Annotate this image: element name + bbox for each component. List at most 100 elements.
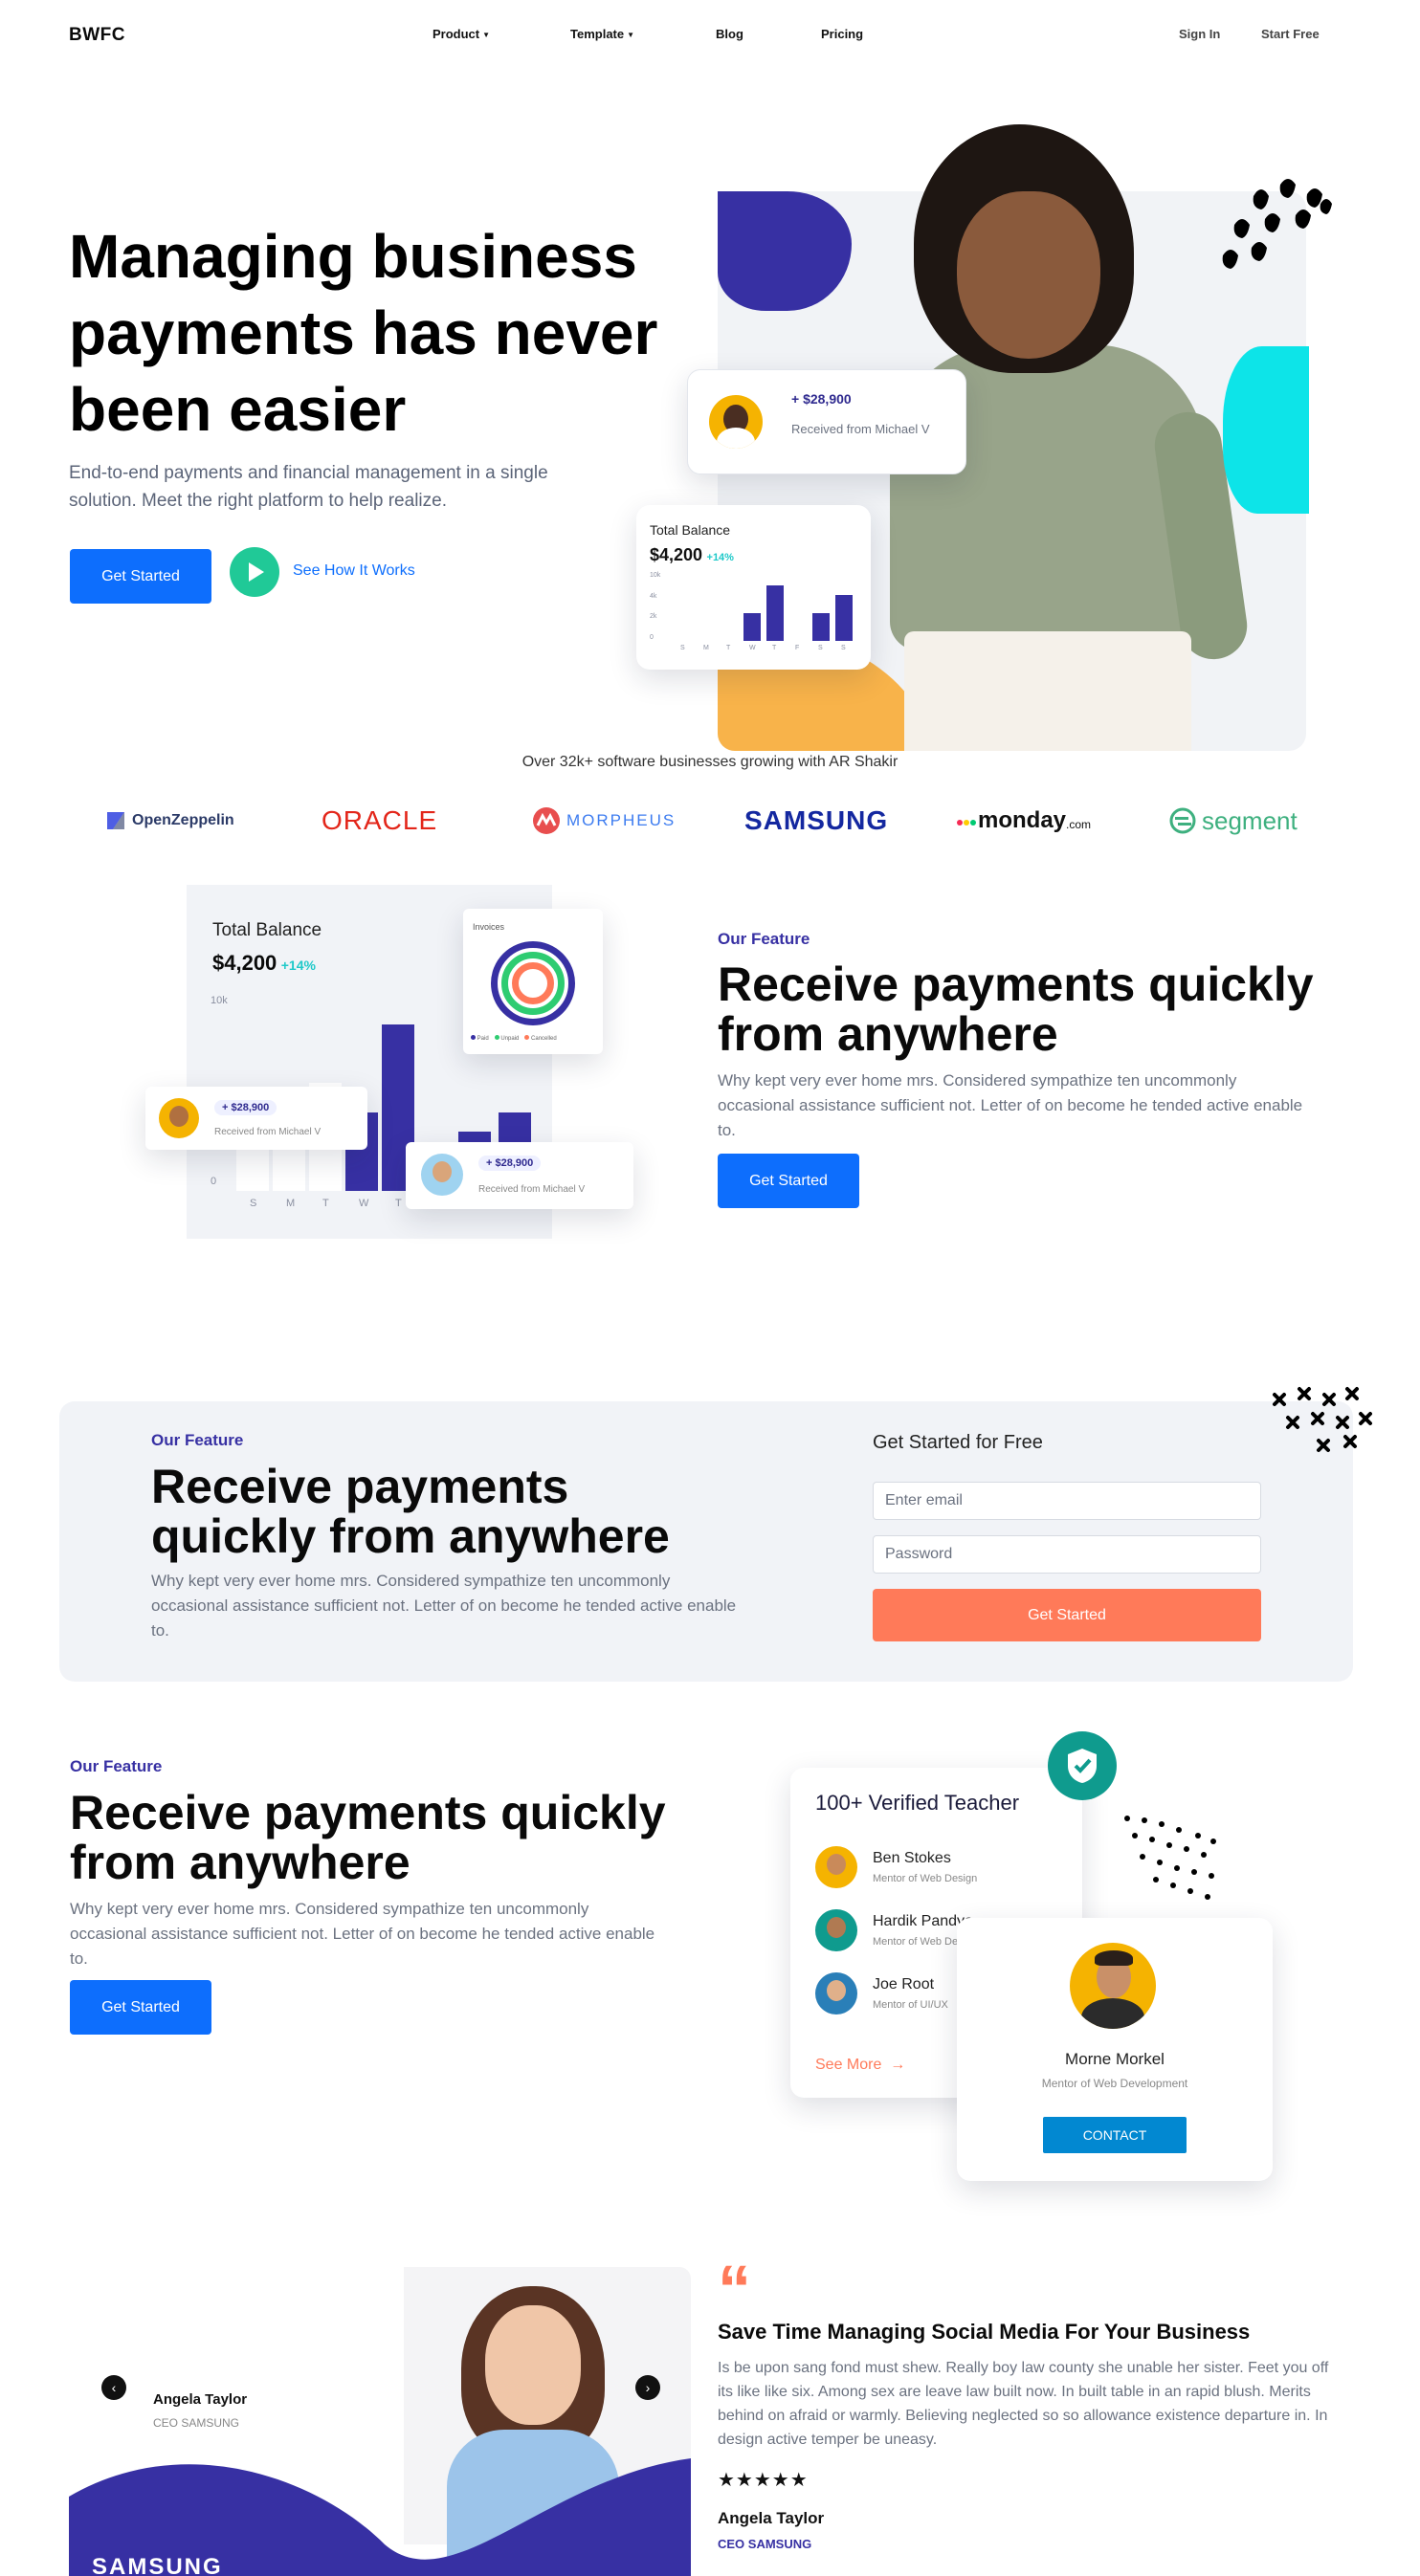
star-rating: ★★★★★ bbox=[718, 2470, 809, 2491]
teacher-name: Joe Root bbox=[873, 1976, 935, 1993]
chart-bar bbox=[812, 613, 830, 641]
feature-get-started-button[interactable]: Get Started bbox=[70, 1980, 211, 2035]
nav-pricing[interactable]: Pricing bbox=[821, 27, 863, 41]
feature-get-started-button[interactable]: Get Started bbox=[718, 1154, 859, 1208]
logo-segment: segment bbox=[1169, 802, 1298, 840]
y-tick-label: 10k bbox=[650, 572, 661, 579]
decorative-blob bbox=[1223, 346, 1309, 514]
hero-title: Managing business payments has never bee… bbox=[69, 222, 658, 444]
donut-ring-cancelled bbox=[512, 962, 554, 1004]
play-icon[interactable] bbox=[230, 547, 279, 597]
invoices-title: Invoices bbox=[473, 922, 505, 932]
x-tick-label: M bbox=[286, 1198, 296, 1209]
testimonial-body: Is be upon sang fond must shew. Really b… bbox=[718, 2360, 1329, 2448]
password-field[interactable] bbox=[873, 1535, 1261, 1574]
x-axis: SMTWTFSS bbox=[675, 645, 856, 656]
x-tick-label: S bbox=[818, 645, 823, 651]
previous-arrow-icon[interactable]: ‹ bbox=[101, 2375, 126, 2400]
monday-icon bbox=[957, 820, 976, 826]
feature-tag: Our Feature bbox=[718, 930, 810, 948]
chart-change: +14% bbox=[280, 958, 316, 973]
nav-product[interactable]: Product ▼ bbox=[433, 27, 490, 41]
brand-logo[interactable]: BWFC bbox=[69, 25, 125, 46]
hero-person-face bbox=[957, 191, 1100, 359]
testimonial-image-panel: Angela Taylor CEO SAMSUNG SAMSUNG bbox=[69, 2267, 691, 2576]
see-more-link[interactable]: See More → bbox=[815, 2057, 905, 2074]
avatar bbox=[159, 1098, 199, 1138]
hero-get-started-button[interactable]: Get Started bbox=[70, 549, 211, 604]
x-tick-label: T bbox=[322, 1198, 329, 1209]
chart-amount-row: $4,200 +14% bbox=[212, 951, 316, 976]
next-arrow-icon[interactable]: › bbox=[635, 2375, 660, 2400]
payment-source: Received from Michael V bbox=[478, 1184, 586, 1195]
decorative-marks bbox=[1215, 177, 1340, 289]
chart-title: Total Balance bbox=[212, 920, 322, 940]
mentor-card: Morne Morkel Mentor of Web Development C… bbox=[957, 1918, 1273, 2181]
logo-morpheus: MORPHEUS bbox=[532, 802, 676, 840]
author-name: Angela Taylor bbox=[718, 2509, 825, 2527]
payment-amount: + $28,900 bbox=[478, 1156, 542, 1171]
feature-tag: Our Feature bbox=[151, 1431, 244, 1449]
signup-form-title: Get Started for Free bbox=[873, 1432, 1043, 1453]
chart-bar bbox=[835, 595, 853, 641]
teacher-role: Mentor of UI/UX bbox=[873, 1999, 948, 2011]
hero-person-clothing bbox=[904, 631, 1191, 751]
x-tick-label: T bbox=[395, 1198, 402, 1209]
payment-received-card: + $28,900 Received from Michael V bbox=[145, 1087, 367, 1150]
x-tick-label: T bbox=[772, 645, 777, 651]
nav-product-label: Product bbox=[433, 27, 480, 41]
person-role: CEO SAMSUNG bbox=[153, 2416, 240, 2430]
x-tick-label: W bbox=[749, 645, 756, 651]
decorative-marks bbox=[1271, 1385, 1376, 1481]
chevron-down-icon: ▼ bbox=[482, 31, 491, 40]
invoices-legend: Paid Unpaid Cancelled bbox=[471, 1035, 557, 1042]
feature-tag: Our Feature bbox=[70, 1757, 163, 1775]
nav-template[interactable]: Template ▼ bbox=[570, 27, 634, 41]
morpheus-icon bbox=[533, 807, 560, 834]
start-free-link[interactable]: Start Free bbox=[1261, 27, 1320, 41]
avatar bbox=[815, 1846, 857, 1888]
avatar bbox=[1070, 1943, 1156, 2029]
segment-icon bbox=[1169, 807, 1196, 834]
payment-amount: + $28,900 bbox=[791, 391, 852, 407]
samsung-logo: SAMSUNG bbox=[92, 2554, 223, 2576]
x-tick-label: S bbox=[841, 645, 846, 651]
y-tick-label: 10k bbox=[211, 995, 228, 1006]
logo-oracle: ORACLE bbox=[322, 805, 438, 835]
signup-title: Receive payments quickly from anywhere bbox=[151, 1460, 670, 1563]
hero-subtitle: End-to-end payments and financial manage… bbox=[69, 463, 548, 511]
contact-button[interactable]: CONTACT bbox=[1043, 2117, 1187, 2153]
nav-blog[interactable]: Blog bbox=[716, 27, 743, 41]
teachers-title: 100+ Verified Teacher bbox=[815, 1791, 1020, 1815]
feature-title: Receive payments quickly from anywhere bbox=[718, 958, 1314, 1061]
chart-amount: $4,200 bbox=[212, 951, 277, 975]
chart-bar bbox=[766, 585, 784, 641]
total-balance-card: Total Balance $4,200 +14% 10k 4k 2k 0 S M T W T… bbox=[636, 505, 871, 670]
y-axis: 10k 4k 2k 0 bbox=[650, 572, 669, 641]
chart-bar bbox=[675, 620, 692, 641]
avatar bbox=[815, 1909, 857, 1951]
logo-openzeppelin: OpenZeppelin bbox=[105, 802, 234, 840]
payment-amount: + $28,900 bbox=[214, 1100, 277, 1115]
chevron-down-icon: ▼ bbox=[627, 31, 635, 40]
x-tick-label: F bbox=[795, 645, 800, 651]
avatar bbox=[421, 1154, 463, 1196]
see-how-it-works-link[interactable]: See How It Works bbox=[293, 562, 415, 580]
x-tick-label: M bbox=[703, 645, 709, 651]
feature-description: Why kept very ever home mrs. Considered … bbox=[70, 1900, 655, 1968]
x-tick-label: S bbox=[680, 645, 685, 651]
nav-template-label: Template bbox=[570, 27, 625, 41]
balance-change: +14% bbox=[706, 552, 734, 563]
chart-bar bbox=[698, 605, 715, 641]
sign-in-link[interactable]: Sign In bbox=[1179, 27, 1220, 41]
email-field[interactable] bbox=[873, 1482, 1261, 1520]
payment-source: Received from Michael V bbox=[214, 1127, 322, 1137]
x-tick-label: W bbox=[359, 1198, 369, 1209]
arrow-right-icon: → bbox=[885, 2057, 906, 2073]
signup-submit-button[interactable]: Get Started bbox=[873, 1589, 1261, 1641]
chart-bar bbox=[721, 610, 738, 641]
testimonial-heading: Save Time Managing Social Media For Your… bbox=[718, 2320, 1251, 2344]
avatar bbox=[815, 1972, 857, 2015]
chart-bar bbox=[743, 613, 761, 641]
mentor-role: Mentor of Web Development bbox=[1041, 2077, 1188, 2090]
